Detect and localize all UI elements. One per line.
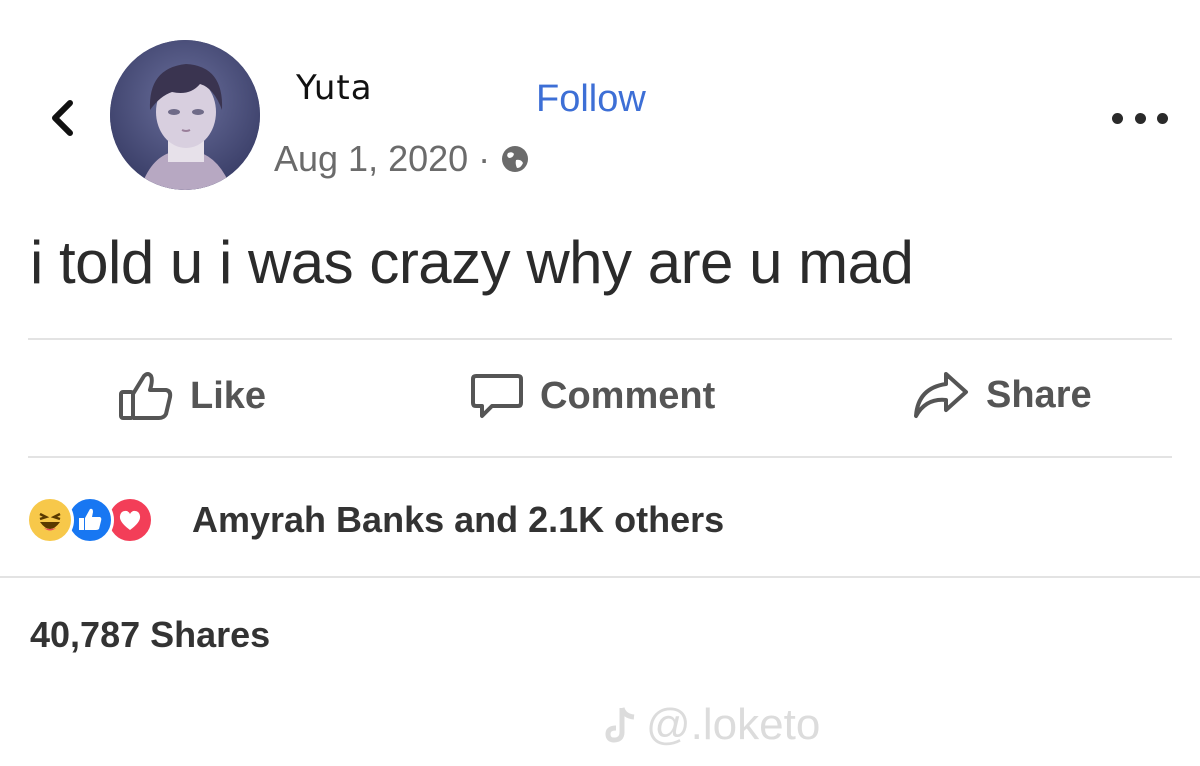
author-name[interactable]: Yuta	[296, 68, 373, 108]
divider	[28, 338, 1172, 340]
more-dot-icon	[1134, 112, 1146, 124]
post-text: i told u i was crazy why are u mad	[30, 229, 914, 296]
comment-label: Comment	[540, 374, 716, 417]
reaction-icons	[26, 492, 176, 548]
reactions-summary[interactable]: Amyrah Banks and 2.1K others	[26, 492, 724, 548]
thumbs-up-icon	[119, 372, 173, 420]
haha-icon	[26, 496, 74, 544]
share-label: Share	[986, 373, 1092, 416]
reactions-summary-text: Amyrah Banks and 2.1K others	[192, 499, 725, 540]
comment-button[interactable]: Comment	[470, 370, 715, 422]
like-label: Like	[190, 374, 267, 417]
post-date[interactable]: Aug 1, 2020	[274, 138, 468, 180]
tiktok-logo-icon	[605, 707, 635, 743]
watermark-text: @.loketo	[646, 700, 821, 749]
more-dot-icon	[1112, 112, 1123, 124]
divider	[28, 456, 1172, 458]
follow-button[interactable]: Follow	[536, 78, 646, 121]
share-arrow-icon	[914, 372, 968, 418]
more-dot-icon	[1157, 112, 1168, 124]
avatar[interactable]	[110, 40, 260, 190]
comment-icon	[471, 374, 523, 418]
avatar-illustration	[110, 40, 260, 190]
like-button[interactable]: Like	[118, 370, 266, 422]
shares-count[interactable]: 40,787 Shares	[30, 614, 270, 656]
back-button[interactable]	[42, 96, 82, 140]
more-options-button[interactable]	[1112, 98, 1168, 138]
chevron-left-icon	[52, 100, 73, 136]
watermark: @.loketo	[604, 700, 820, 750]
share-button[interactable]: Share	[912, 370, 1092, 420]
divider	[0, 576, 1200, 578]
globe-icon	[502, 146, 529, 172]
meta-separator: ·	[478, 138, 491, 179]
post-meta: Aug 1, 2020 ·	[274, 138, 530, 180]
